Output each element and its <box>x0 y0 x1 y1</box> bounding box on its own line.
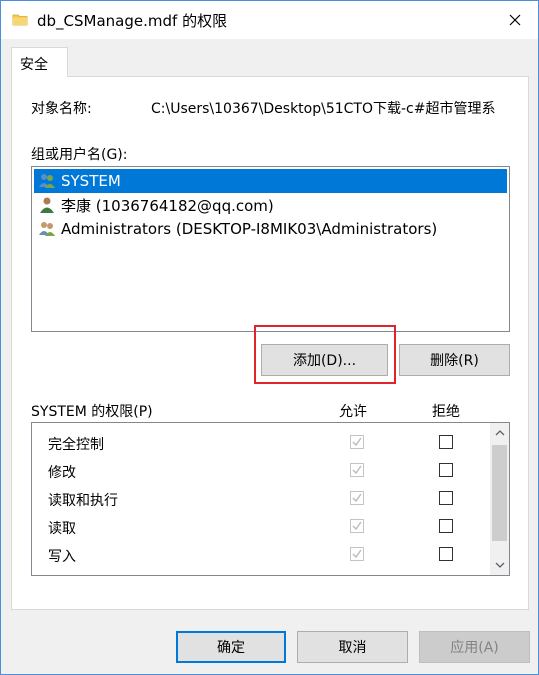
user-icon <box>40 197 54 213</box>
tab-security[interactable]: 安全 <box>11 47 68 77</box>
list-item-label: Administrators (DESKTOP-I8MIK03\Administ… <box>61 220 438 238</box>
add-button-label: 添加(D)... <box>292 353 357 369</box>
close-button[interactable] <box>492 1 538 39</box>
add-button[interactable]: 添加(D)... <box>261 344 388 376</box>
permission-row: 写入 <box>32 541 490 569</box>
ok-button-label: 确定 <box>217 640 245 656</box>
groups-label: 组或用户名(G): <box>31 147 128 163</box>
checkmark-icon <box>352 493 362 503</box>
permissions-dialog: db_CSManage.mdf 的权限 安全 对象名称: C:\Users\10… <box>0 0 539 675</box>
scroll-down-button[interactable] <box>490 555 509 575</box>
deny-checkbox[interactable] <box>439 435 453 449</box>
remove-button[interactable]: 删除(R) <box>399 344 510 376</box>
deny-checkbox[interactable] <box>439 463 453 477</box>
allow-checkbox <box>350 519 364 533</box>
permission-name: 完全控制 <box>48 437 104 453</box>
permission-name: 读取 <box>48 521 76 537</box>
deny-checkbox[interactable] <box>439 519 453 533</box>
list-item-label: SYSTEM <box>61 172 121 190</box>
list-item-user[interactable]: 李康 (1036764182@qq.com) <box>34 193 507 217</box>
permission-row: 修改 <box>32 457 490 485</box>
permission-row: 完全控制 <box>32 429 490 457</box>
groups-listbox[interactable]: SYSTEM 李康 (1036764182@qq.com) Administra… <box>31 166 510 332</box>
list-item-system[interactable]: SYSTEM <box>34 169 507 193</box>
deny-checkbox[interactable] <box>439 547 453 561</box>
window-title: db_CSManage.mdf 的权限 <box>37 12 228 30</box>
checkmark-icon <box>352 465 362 475</box>
permissions-label: SYSTEM 的权限(P) <box>31 404 153 420</box>
chevron-up-icon <box>495 430 504 436</box>
users-group-icon <box>39 222 55 236</box>
folder-icon <box>12 12 28 28</box>
checkmark-icon <box>352 521 362 531</box>
tab-security-label: 安全 <box>20 57 48 73</box>
users-group-icon <box>39 174 55 188</box>
cancel-button-label: 取消 <box>338 640 367 656</box>
checkmark-icon <box>352 437 362 447</box>
permissions-list: 完全控制 修改 读取和执行 读取 写入 <box>31 422 510 576</box>
remove-button-label: 删除(R) <box>430 353 479 369</box>
allow-checkbox <box>350 435 364 449</box>
allow-checkbox <box>350 463 364 477</box>
list-item-administrators[interactable]: Administrators (DESKTOP-I8MIK03\Administ… <box>34 217 507 241</box>
allow-column-header: 允许 <box>339 404 367 420</box>
deny-checkbox[interactable] <box>439 491 453 505</box>
checkmark-icon <box>352 549 362 559</box>
scroll-up-button[interactable] <box>490 423 509 443</box>
chevron-down-icon <box>495 562 504 568</box>
permission-name: 写入 <box>48 549 76 565</box>
permission-name: 修改 <box>48 465 76 481</box>
permissions-scrollbar[interactable] <box>490 423 509 575</box>
permission-row: 读取 <box>32 513 490 541</box>
ok-button[interactable]: 确定 <box>176 631 286 663</box>
scroll-thumb[interactable] <box>492 445 507 541</box>
list-item-label: 李康 (1036764182@qq.com) <box>61 196 274 215</box>
object-name-value: C:\Users\10367\Desktop\51CTO下载-c#超市管理系 <box>151 101 496 117</box>
deny-column-header: 拒绝 <box>432 404 460 420</box>
cancel-button[interactable]: 取消 <box>297 631 408 663</box>
close-icon <box>509 14 521 26</box>
apply-button-label: 应用(A) <box>450 640 499 656</box>
allow-checkbox <box>350 491 364 505</box>
allow-checkbox <box>350 547 364 561</box>
title-bar: db_CSManage.mdf 的权限 <box>1 1 538 39</box>
permission-row: 读取和执行 <box>32 485 490 513</box>
permission-name: 读取和执行 <box>48 493 118 509</box>
apply-button: 应用(A) <box>419 631 530 663</box>
object-name-label: 对象名称: <box>31 101 92 117</box>
